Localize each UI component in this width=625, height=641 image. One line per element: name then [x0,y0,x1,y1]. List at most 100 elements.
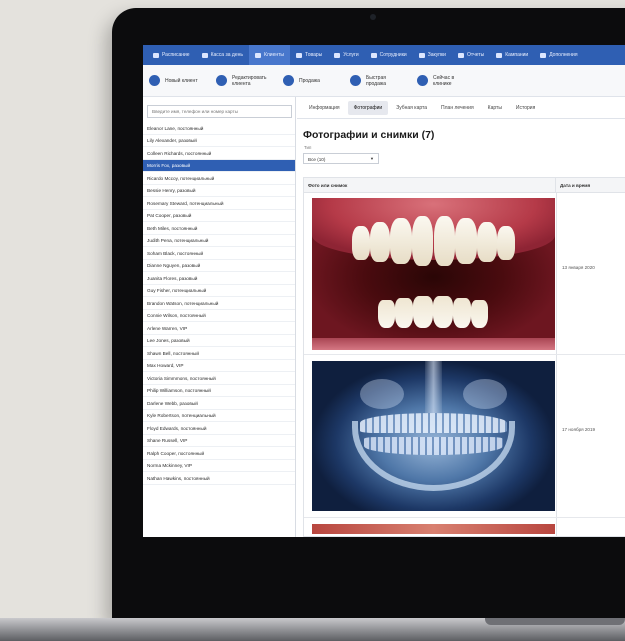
menu-icon [153,52,159,58]
photos-table: Фото или снимок Дата и время 13 января 2… [303,177,625,537]
tooth-shape [395,298,413,328]
type-filter-select[interactable]: Все (10) ▼ [303,153,379,164]
menu-item-label: Дополнения [549,52,578,58]
client-list-item[interactable]: Max Howard, VIP [143,360,295,372]
client-list-item[interactable]: Rosemary Steward, потенциальный [143,197,295,210]
client-list-item[interactable]: Juanita Flores, разовый [143,272,295,285]
detail-tabs: Информация Фотографии Зубная карта План леч… [297,97,625,119]
sinus-shape [360,379,404,409]
detail-tab[interactable]: План лечения [435,101,480,115]
client-list-item[interactable]: Soham Black, постоянный [143,247,295,260]
spine-shape [425,361,442,413]
client-search-input[interactable] [147,105,292,118]
tooth-shape [378,300,395,328]
menu-item-label: Услуги [343,52,359,58]
photo-date: 17 ноября 2019 [562,427,596,432]
detail-tab[interactable]: Фотографии [347,100,389,115]
tooth-shape [413,296,433,328]
menu-item-label: Закупки [427,52,446,58]
toolbar-button-label: Быстрая продажа [366,74,386,87]
toolbar-button[interactable]: Продажа [283,75,339,86]
menu-item[interactable]: Дополнения [534,45,583,65]
client-list-item[interactable]: Darlene Webb, разовый [143,397,295,410]
client-list-item[interactable]: Shane Russell, VIP [143,435,295,447]
panoramic-xray[interactable] [312,361,555,511]
client-list-item[interactable]: Ricardo Mccoy, потенциальный [143,172,295,185]
client-list-item[interactable]: Ralph Cooper, постоянный [143,447,295,460]
page-title: Фотографии и снимки (7) [303,129,435,141]
client-list-item[interactable]: Philip Williamson, постоянный [143,385,295,397]
menu-item-label: Сотрудники [379,52,407,58]
menu-item[interactable]: Расписание [147,45,196,65]
toolbar-button-label: Новый клиент [165,77,198,84]
tooth-shape [497,226,515,260]
menu-item[interactable]: Клиенты [248,45,291,65]
menu-item-label: Товары [305,52,323,58]
client-sidebar: Eleanor Lane, постоянныйLily Alexander, … [143,97,296,537]
toolbar-button[interactable]: Быстрая продажа [350,75,406,87]
client-list-item[interactable]: Norma Mckinney, VIP [143,460,295,472]
menu-item-label: Отчеты [466,52,485,58]
client-list-item[interactable]: Arlene Warren, VIP [143,322,295,335]
detail-tab[interactable]: Зубная карта [390,101,433,115]
tooth-shape [453,298,471,328]
menu-icon [254,52,261,58]
toolbar-button[interactable]: Новый клиент [149,75,205,86]
menu-item-label: Расписание [162,52,190,58]
menu-item[interactable]: Отчеты [452,45,490,65]
main-menu: Расписание Касса за день Клиенты Товары Услу… [143,45,625,65]
client-list-item[interactable]: Morris Fox, разовый [143,159,295,172]
menu-item[interactable]: Сотрудники [365,45,413,65]
filter-label: Тип [304,145,312,150]
client-list-item[interactable]: Pat Cooper, разовый [143,210,295,222]
client-details: Информация Фотографии Зубная карта План леч… [297,97,625,537]
tooth-shape [455,218,477,264]
detail-tab[interactable]: История [510,101,541,115]
client-list-item[interactable]: Guy Fisher, потенциальный [143,285,295,297]
table-row[interactable] [304,518,625,537]
client-list-item[interactable]: Eleanor Lane, постоянный [143,122,295,135]
client-list-item[interactable]: Nathan Hawkins, постоянный [143,472,295,485]
client-list-item[interactable]: Kyle Robertson, потенциальный [143,410,295,422]
register-icon [283,75,294,86]
menu-item-label: Кампании [505,52,529,58]
menu-icon [296,52,303,58]
client-list-item[interactable]: Connie Wilson, постоянный [143,310,295,322]
menu-icon [201,52,208,58]
menu-icon [457,52,464,58]
menu-icon [540,52,547,58]
menu-item[interactable]: Касса за день [196,45,249,65]
client-list-item[interactable]: Bessie Henry, разовый [143,185,295,197]
menu-item[interactable]: Услуги [328,45,364,65]
client-list-item[interactable]: Lee Jones, разовый [143,335,295,347]
table-row[interactable]: 13 января 2020 [304,193,625,355]
toolbar-button[interactable]: Редактировать клиента [216,75,272,87]
client-list-item[interactable]: Colleen Richards, постоянный [143,147,295,160]
tooth-shape [433,296,453,328]
client-list-item[interactable]: Dianne Nguyen, разовый [143,260,295,272]
menu-icon [334,52,341,58]
menu-item[interactable]: Кампании [490,45,534,65]
client-list-item[interactable]: Judith Pena, потенциальный [143,235,295,247]
menu-item[interactable]: Товары [290,45,328,65]
table-header: Фото или снимок Дата и время [304,178,625,193]
detail-tab[interactable]: Карты [482,101,508,115]
lip-shape [312,338,555,350]
menu-icon [418,52,425,58]
menu-item[interactable]: Закупки [413,45,452,65]
detail-tab[interactable]: Информация [303,101,346,115]
sinus-shape [463,379,507,409]
client-list-item[interactable]: Beth Miles, постоянный [143,222,295,235]
third-photo[interactable] [312,524,555,534]
client-list-item[interactable]: Brandon Watson, потенциальный [143,297,295,310]
intraoral-photo[interactable] [312,198,555,350]
column-header-photo[interactable]: Фото или снимок [304,178,556,192]
client-list-item[interactable]: Shawn Bell, постоянный [143,347,295,360]
toolbar-button[interactable]: Сейчас в клинике [417,75,473,87]
client-list-item[interactable]: Victoria Simmmons, постоянный [143,372,295,385]
column-header-date[interactable]: Дата и время [556,178,594,192]
table-row[interactable]: 17 ноября 2019 [304,355,625,518]
add-client-icon [149,75,160,86]
client-list-item[interactable]: Lily Alexander, разовый [143,135,295,147]
client-list-item[interactable]: Floyd Edwards, постоянный [143,422,295,435]
